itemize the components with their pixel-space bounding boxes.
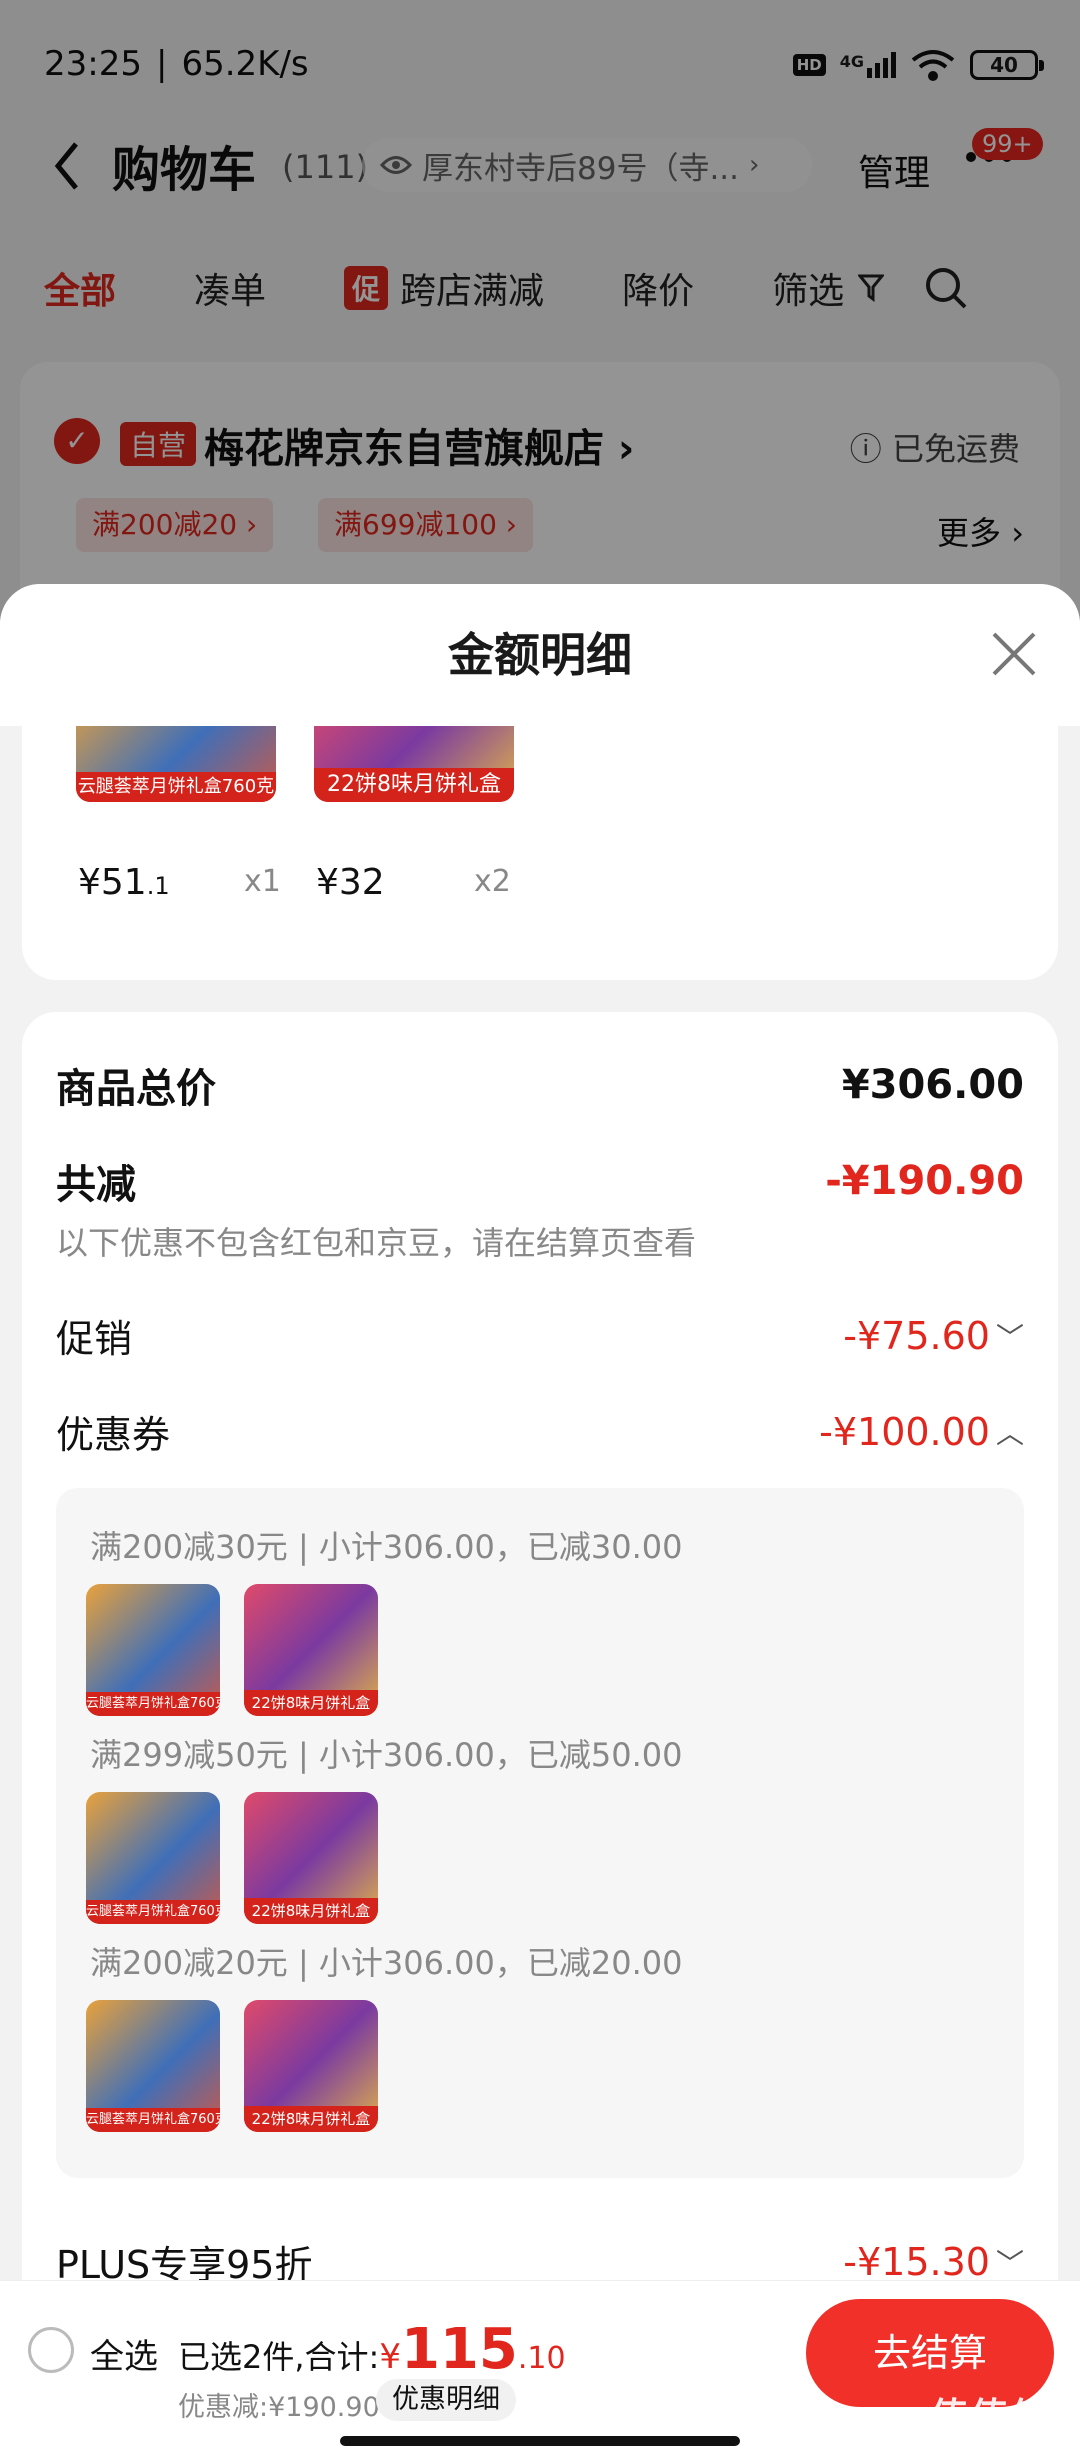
amount-breakdown-card: 商品总价 ¥306.00 共减 -¥190.90 以下优惠不包含红包和京豆，请在… [22, 1012, 1058, 2332]
promotion-row[interactable]: 促销 -¥75.60 ﹀ [56, 1308, 1024, 1363]
coupon-product-thumbnail: 云腿荟萃月饼礼盒760克 [86, 1584, 220, 1716]
coupon-product-thumbnail: 22饼8味月饼礼盒 [244, 2000, 378, 2132]
chevron-down-icon: ﹀ [995, 1320, 1024, 1354]
reduction-note: 以下优惠不包含红包和京豆，请在结算页查看 [56, 1224, 697, 1262]
coupon-line: 满200减30元 | 小计306.00，已减30.00 [90, 1528, 683, 1566]
coupon-detail-box: 满200减30元 | 小计306.00，已减30.00 云腿荟萃月饼礼盒760克… [56, 1488, 1024, 2178]
coupon-line: 满299减50元 | 小计306.00，已减50.00 [90, 1736, 683, 1774]
checkout-bar: 全选 已选2件,合计: ¥ 115 .10 优惠减:¥190.90 优惠明细 去… [0, 2280, 1080, 2460]
close-icon[interactable] [990, 630, 1038, 678]
coupon-product-thumbnail: 22饼8味月饼礼盒 [244, 1792, 378, 1924]
reduction-label: 共减 [56, 1162, 136, 1208]
chevron-up-icon: ︿ [995, 1416, 1024, 1450]
promotion-value: -¥75.60 [843, 1313, 990, 1358]
total-row: 商品总价 ¥306.00 [56, 1056, 1024, 1114]
promotion-label: 促销 [56, 1317, 133, 1361]
total-amount: 115 [400, 2317, 518, 2382]
coupon-product-thumbnail: 云腿荟萃月饼礼盒760克 [86, 1792, 220, 1924]
product-quantity: x2 [474, 864, 511, 899]
coupon-line: 满200减20元 | 小计306.00，已减20.00 [90, 1944, 683, 1982]
select-all-checkbox[interactable] [28, 2327, 74, 2373]
select-all-label[interactable]: 全选 [90, 2329, 158, 2378]
product-summary-card: 云腿荟萃月饼礼盒760克 22饼8味月饼礼盒 ¥51.1 x1 ¥32 x2 [22, 684, 1058, 980]
total-label: 商品总价 [56, 1066, 216, 1112]
coupon-value: -¥100.00 [819, 1409, 990, 1454]
coupon-row[interactable]: 优惠券 -¥100.00 ︿ [56, 1404, 1024, 1459]
selected-total: 已选2件,合计: ¥ 115 .10 [178, 2317, 566, 2382]
sheet-title: 金额明细 [0, 584, 1080, 726]
plus-discount-value: -¥15.30 [843, 2239, 990, 2284]
chevron-down-icon: ﹀ [995, 2246, 1024, 2280]
coupon-product-thumbnail: 云腿荟萃月饼礼盒760克 [86, 2000, 220, 2132]
product-quantity: x1 [244, 864, 281, 899]
coupon-product-thumbnail: 22饼8味月饼礼盒 [244, 1584, 378, 1716]
amount-detail-sheet: 金额明细 云腿荟萃月饼礼盒760克 22饼8味月饼礼盒 ¥51.1 x1 ¥32… [0, 584, 1080, 2460]
product-price: ¥32 [316, 862, 385, 903]
reduction-row: 共减 -¥190.90 [56, 1152, 1024, 1210]
discount-detail-button[interactable]: 优惠明细 [376, 2379, 516, 2421]
home-indicator[interactable] [340, 2436, 740, 2446]
discount-summary: 优惠减:¥190.90 [178, 2392, 380, 2423]
reduction-value: -¥190.90 [825, 1158, 1024, 1204]
product-price: ¥51.1 [78, 862, 170, 903]
total-value: ¥306.00 [841, 1062, 1024, 1108]
coupon-label: 优惠券 [56, 1413, 171, 1457]
watermark-url: zhizhizhi.com [932, 2430, 1047, 2450]
